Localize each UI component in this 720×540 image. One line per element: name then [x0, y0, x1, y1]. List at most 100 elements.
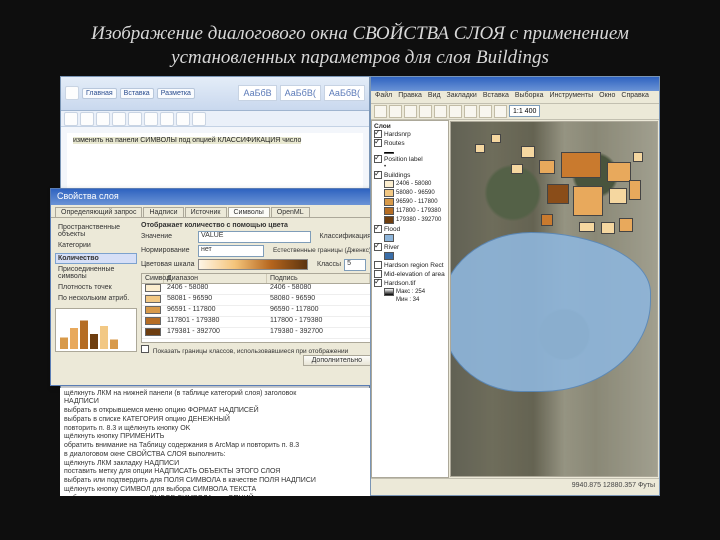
- print-icon[interactable]: [419, 105, 432, 118]
- building-poly: [491, 134, 501, 143]
- layer-properties-dialog: Свойства слоя Определяющий запрос Надпис…: [50, 188, 376, 386]
- ribbon-tab[interactable]: Главная: [82, 88, 117, 99]
- class-count-label: Классы: [317, 261, 341, 268]
- copy-icon[interactable]: [96, 112, 110, 126]
- toc-layer[interactable]: Position label: [374, 155, 446, 164]
- table-row[interactable]: 96591 - 11780096590 - 117800: [142, 306, 370, 317]
- add-data-icon[interactable]: [494, 105, 507, 118]
- underline-icon[interactable]: [144, 112, 158, 126]
- dialog-tab[interactable]: OpenML: [271, 207, 310, 217]
- paste-icon[interactable]: [64, 112, 78, 126]
- dialog-tab[interactable]: Определяющий запрос: [55, 207, 142, 217]
- norm-dropdown[interactable]: нет: [198, 245, 264, 257]
- building-poly: [579, 222, 595, 232]
- toc-layer[interactable]: Mid-elevation of area: [374, 270, 446, 279]
- doc-highlight-line: изменить на панели СИМВОЛЫ под опцией КЛ…: [73, 137, 301, 144]
- building-poly: [561, 152, 601, 178]
- symbology-settings: Отображает количество с помощью цвета Зн…: [141, 222, 371, 374]
- copy-icon[interactable]: [449, 105, 462, 118]
- building-poly: [521, 146, 535, 158]
- office-button-icon[interactable]: [65, 86, 79, 100]
- menu-item[interactable]: Вид: [428, 92, 441, 102]
- status-bar: 9940.875 12880.357 Футы: [371, 478, 659, 492]
- arcmap-title: [371, 77, 659, 91]
- col-label: Подпись: [267, 274, 370, 283]
- table-row[interactable]: 117801 - 179380117800 - 179380: [142, 317, 370, 328]
- building-poly: [601, 222, 615, 234]
- menu-item[interactable]: Инструменты: [549, 92, 593, 102]
- color-ramp-dropdown[interactable]: [198, 259, 308, 270]
- word-ribbon: Главная Вставка Разметка АаБбВ АаБбВ( Аа…: [61, 77, 369, 111]
- menu-item[interactable]: Справка: [621, 92, 648, 102]
- toc-heading: Слои: [374, 123, 446, 130]
- list-icon[interactable]: [192, 112, 206, 126]
- menu-item[interactable]: Выборка: [515, 92, 544, 102]
- menu-item[interactable]: Закладки: [447, 92, 477, 102]
- style-box[interactable]: АаБбВ: [238, 85, 276, 101]
- ribbon-tab[interactable]: Разметка: [157, 88, 195, 99]
- list-item[interactable]: Присоединенные символы: [55, 264, 137, 282]
- map-canvas[interactable]: [450, 121, 658, 477]
- list-item-selected[interactable]: Количество: [55, 253, 137, 264]
- class-table: Символ Диапазон Подпись 2406 - 580802406…: [141, 273, 371, 343]
- align-left-icon[interactable]: [160, 112, 174, 126]
- list-item[interactable]: По нескольким атриб.: [55, 293, 137, 304]
- italic-icon[interactable]: [128, 112, 142, 126]
- toc-layer[interactable]: Hardson.tif: [374, 279, 446, 288]
- slide-title: Изображение диалогового окна СВОЙСТВА СЛ…: [0, 0, 720, 76]
- cut-icon[interactable]: [80, 112, 94, 126]
- arcmap-toolbar: 1:1 400: [371, 104, 659, 120]
- arcmap-menu: Файл Правка Вид Закладки Вставка Выборка…: [371, 91, 659, 104]
- building-poly: [607, 162, 631, 182]
- class-label: Классификация: [320, 233, 371, 240]
- arcmap-window: Файл Правка Вид Закладки Вставка Выборка…: [370, 76, 660, 496]
- align-center-icon[interactable]: [176, 112, 190, 126]
- bold-icon[interactable]: [112, 112, 126, 126]
- style-box[interactable]: АаБбВ(: [324, 85, 365, 101]
- open-icon[interactable]: [389, 105, 402, 118]
- ramp-label: Цветовая шкала: [141, 261, 195, 268]
- new-icon[interactable]: [374, 105, 387, 118]
- toc-layer[interactable]: River: [374, 243, 446, 252]
- undo-icon[interactable]: [479, 105, 492, 118]
- menu-item[interactable]: Файл: [375, 92, 392, 102]
- building-poly: [619, 218, 633, 232]
- class-method: Естественные границы (Дженкс): [273, 247, 371, 254]
- building-poly: [633, 152, 643, 162]
- style-box[interactable]: АаБбВ(: [280, 85, 321, 101]
- menu-item[interactable]: Вставка: [483, 92, 509, 102]
- value-field-dropdown[interactable]: VALUE: [198, 231, 311, 243]
- col-range: Диапазон: [164, 274, 267, 283]
- toc-layer[interactable]: Routes: [374, 139, 446, 148]
- menu-item[interactable]: Окно: [599, 92, 615, 102]
- list-item[interactable]: Категории: [55, 240, 137, 251]
- dialog-tab[interactable]: Источник: [185, 207, 227, 217]
- ribbon-tab[interactable]: Вставка: [120, 88, 154, 99]
- class-count-input[interactable]: 5: [344, 259, 366, 271]
- list-item[interactable]: Плотность точек: [55, 282, 137, 293]
- col-symbol: Символ: [142, 274, 164, 283]
- footer-checkbox-label[interactable]: Показать границы классов, использовавшие…: [141, 345, 371, 355]
- dialog-tab[interactable]: Надписи: [143, 207, 183, 217]
- table-row[interactable]: 58081 - 9659058080 - 96590: [142, 295, 370, 306]
- advanced-button[interactable]: Дополнительно: [303, 355, 371, 366]
- word-sub-toolbar: [61, 111, 369, 127]
- toc-layer[interactable]: Hardsnrp: [374, 130, 446, 139]
- save-icon[interactable]: [404, 105, 417, 118]
- toc-layer-buildings[interactable]: Buildings: [374, 171, 446, 180]
- table-of-contents: Слои Hardsnrp Routes Position label • Bu…: [371, 120, 449, 478]
- dialog-tab-active[interactable]: Символы: [228, 207, 270, 217]
- cut-icon[interactable]: [434, 105, 447, 118]
- preview-histogram: [55, 308, 137, 352]
- scale-dropdown[interactable]: 1:1 400: [509, 105, 540, 117]
- paste-icon[interactable]: [464, 105, 477, 118]
- building-poly: [629, 180, 641, 200]
- menu-item[interactable]: Правка: [398, 92, 422, 102]
- field-label: Значение: [141, 233, 195, 240]
- toc-layer[interactable]: Hardson region Rect: [374, 261, 446, 270]
- toc-layer[interactable]: Flood: [374, 225, 446, 234]
- table-row[interactable]: 179381 - 392700179380 - 392700: [142, 328, 370, 339]
- building-poly: [511, 164, 523, 174]
- list-item[interactable]: Пространственные объекты: [55, 222, 137, 240]
- table-row[interactable]: 2406 - 580802406 - 58080: [142, 284, 370, 295]
